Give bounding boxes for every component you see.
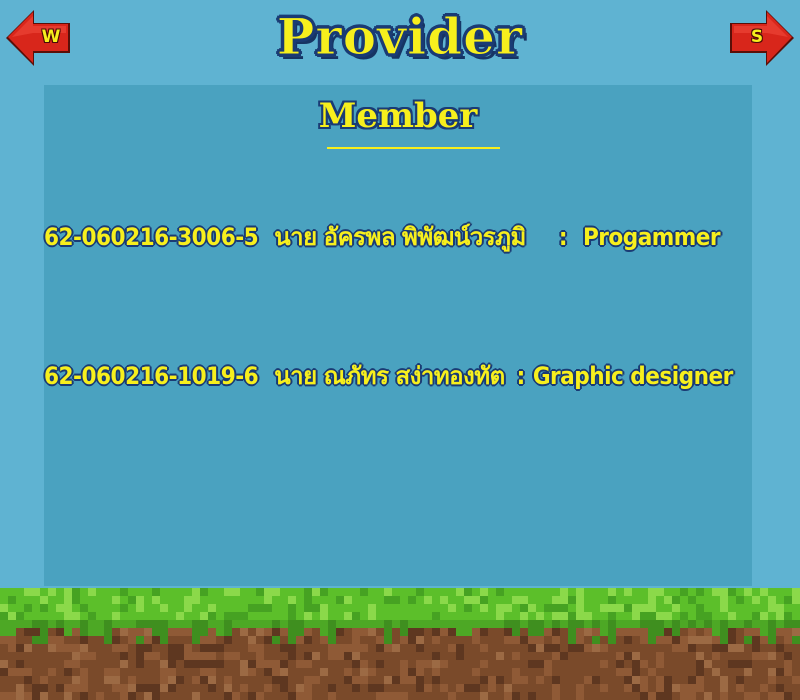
page-title: Provider (276, 7, 524, 67)
grass-ground (0, 588, 800, 700)
title-underline (327, 147, 500, 149)
member-role: Progammer (582, 223, 721, 251)
member-panel: Member 62-060216-3006-5 นาย อัครพล พิพัฒน… (44, 85, 752, 586)
member-row: 62-060216-3006-5 นาย อัครพล พิพัฒน์วรภูมิ… (44, 220, 721, 254)
member-row: 62-060216-1019-6 นาย ณภัทร สง่าทองทัต: Gra… (44, 359, 733, 393)
section-title: Member (318, 96, 478, 136)
member-separator: : (558, 223, 568, 251)
member-id: 62-060216-3006-5 (44, 223, 259, 251)
pixel-ground-icon (0, 588, 800, 700)
member-name: นาย อัครพล พิพัฒน์วรภูมิ (274, 223, 526, 251)
member-role: Graphic designer (532, 362, 733, 390)
next-s-button[interactable]: S (728, 6, 796, 70)
member-id: 62-060216-1019-6 (44, 362, 259, 390)
member-separator: : (516, 362, 526, 390)
member-name: นาย ณภัทร สง่าทองทัต (274, 362, 505, 390)
right-button-label: S (750, 27, 764, 47)
